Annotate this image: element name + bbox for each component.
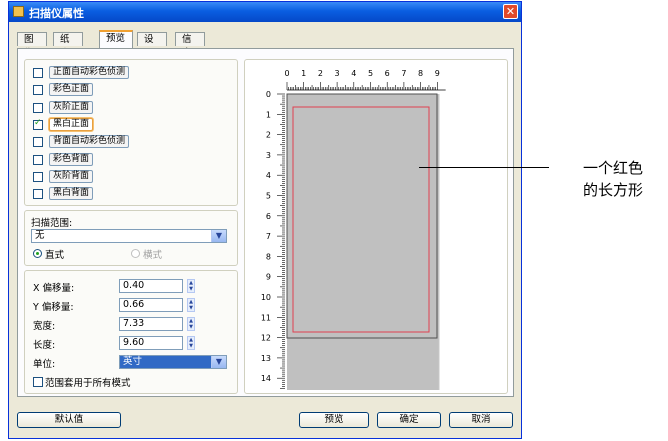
image-option-button[interactable]: 黑白正面 (49, 117, 94, 131)
scan-area-rect (287, 94, 439, 390)
scan-area-label: 扫描范围: (31, 218, 73, 229)
scan-area-select[interactable]: 无 ▼ (31, 229, 227, 243)
spin-arrows-icon[interactable]: ▲ ▼ (187, 317, 195, 331)
unit-label: 单位: (33, 359, 56, 370)
landscape-radio[interactable] (131, 249, 140, 258)
unit-value: 英寸 (123, 356, 143, 367)
x-tick-label: 2 (318, 69, 323, 78)
x-tick-label: 9 (435, 69, 440, 78)
y-tick-label: 2 (266, 131, 271, 140)
field-input[interactable]: 0.66 (119, 298, 183, 312)
scanner-app-icon (13, 6, 24, 17)
y-tick-label: 5 (266, 192, 271, 201)
size-fields-group: X 偏移量: 0.40 ▲ ▼ Y 偏移量: 0.66 ▲ ▼ 宽度: 7.33 ▲ ▼ 长度: 9.60… (24, 270, 238, 394)
x-tick-label: 6 (385, 69, 390, 78)
x-tick-label: 5 (368, 69, 373, 78)
portrait-label: 直式 (45, 250, 65, 261)
y-tick-label: 12 (261, 334, 271, 343)
field-label: X 偏移量: (33, 283, 75, 294)
y-tick-label: 7 (266, 232, 271, 241)
y-tick-label: 8 (266, 252, 271, 261)
preview-area: 0123456789 0 1 2 3 4 5 6 7 8 9 10 11 12 13 14 (244, 59, 508, 394)
x-tick-label: 1 (301, 69, 306, 78)
portrait-radio[interactable] (33, 249, 42, 258)
image-option-button[interactable]: 灰阶背面 (49, 169, 94, 183)
image-option-checkbox[interactable] (33, 85, 43, 96)
field-label: 长度: (33, 340, 56, 351)
cancel-button[interactable]: 取消 (449, 412, 513, 428)
title-bar: 扫描仪属性 ✕ (9, 2, 521, 22)
preview-tab-panel: 正面自动彩色侦测彩色正面灰阶正面黑白正面背面自动彩色侦测彩色背面灰阶背面黑白背面… (17, 48, 514, 397)
x-tick-label: 4 (351, 69, 356, 78)
close-button[interactable]: ✕ (503, 4, 518, 19)
y-tick-label: 11 (261, 313, 271, 322)
y-tick-label: 3 (266, 151, 271, 160)
image-option-button[interactable]: 灰阶正面 (49, 100, 94, 114)
x-tick-label: 8 (418, 69, 423, 78)
image-option-checkbox[interactable] (33, 137, 43, 148)
y-tick-label: 9 (266, 273, 271, 282)
y-tick-label: 0 (266, 90, 271, 99)
image-options-group: 正面自动彩色侦测彩色正面灰阶正面黑白正面背面自动彩色侦测彩色背面灰阶背面黑白背面 (24, 59, 238, 206)
field-input[interactable]: 7.33 (119, 317, 183, 331)
annotation-pointer-line (419, 167, 549, 168)
field-label: 宽度: (33, 321, 56, 332)
x-tick-label: 7 (401, 69, 406, 78)
spin-arrows-icon[interactable]: ▲ ▼ (187, 298, 195, 312)
y-tick-label: 1 (266, 110, 271, 119)
annotation-text: 一个红色的长方形 (583, 159, 644, 199)
image-option-checkbox[interactable] (33, 102, 43, 113)
landscape-label: 横式 (143, 250, 163, 261)
chevron-down-icon[interactable]: ▼ (211, 230, 226, 242)
preview-button[interactable]: 预览 (299, 412, 369, 428)
image-option-checkbox[interactable] (33, 189, 43, 200)
image-option-checkbox[interactable] (33, 171, 43, 182)
image-option-button[interactable]: 背面自动彩色侦测 (49, 135, 130, 149)
tab-settings[interactable]: 设置 (137, 32, 167, 59)
chevron-down-icon[interactable]: ▼ (211, 356, 226, 368)
image-option-button[interactable]: 彩色背面 (49, 152, 94, 166)
ok-button[interactable]: 确定 (377, 412, 441, 428)
default-button[interactable]: 默认值 (17, 412, 121, 428)
image-option-checkbox[interactable] (33, 118, 43, 130)
image-option-checkbox[interactable] (33, 154, 43, 165)
tab-image[interactable]: 图像 (17, 32, 47, 59)
spin-arrows-icon[interactable]: ▲ ▼ (187, 279, 195, 293)
image-option-button[interactable]: 彩色正面 (49, 83, 94, 97)
tab-info[interactable]: 信息 (175, 32, 205, 59)
x-tick-label: 3 (335, 69, 340, 78)
unit-select[interactable]: 英寸 ▼ (119, 355, 227, 369)
y-tick-label: 4 (266, 171, 271, 180)
vertical-ruler: 01234567891011121314 (261, 90, 285, 389)
apply-all-checkbox[interactable] (33, 377, 43, 387)
tab-paper[interactable]: 纸张 (53, 32, 83, 59)
scan-area-group: 扫描范围: 无 ▼ 直式 横式 (24, 210, 238, 266)
y-tick-label: 14 (261, 374, 271, 383)
image-option-button[interactable]: 黑白背面 (49, 187, 94, 201)
image-option-checkbox[interactable] (33, 68, 43, 78)
preview-ruler-canvas: 0123456789 01234567891011121314 (261, 69, 446, 390)
spin-arrows-icon[interactable]: ▲ ▼ (187, 336, 195, 350)
y-tick-label: 10 (261, 293, 271, 302)
window-title: 扫描仪属性 (29, 7, 84, 20)
field-input[interactable]: 0.40 (119, 279, 183, 293)
y-tick-label: 13 (261, 354, 271, 363)
tab-preview[interactable]: 预览 (99, 30, 133, 48)
x-tick-label: 0 (284, 69, 289, 78)
y-tick-label: 6 (266, 212, 271, 221)
scan-area-value: 无 (35, 230, 45, 241)
apply-all-label: 范围套用于所有模式 (45, 378, 131, 389)
horizontal-ruler: 0 1 2 3 4 5 6 7 8 9 (284, 69, 446, 91)
field-label: Y 偏移量: (33, 302, 74, 313)
image-option-button[interactable]: 正面自动彩色侦测 (49, 66, 130, 79)
field-input[interactable]: 9.60 (119, 336, 183, 350)
scanner-properties-dialog: 扫描仪属性 ✕ 图像 纸张 预览 设置 信息 正面自动彩色侦测彩色正面灰阶正面黑… (8, 1, 522, 439)
